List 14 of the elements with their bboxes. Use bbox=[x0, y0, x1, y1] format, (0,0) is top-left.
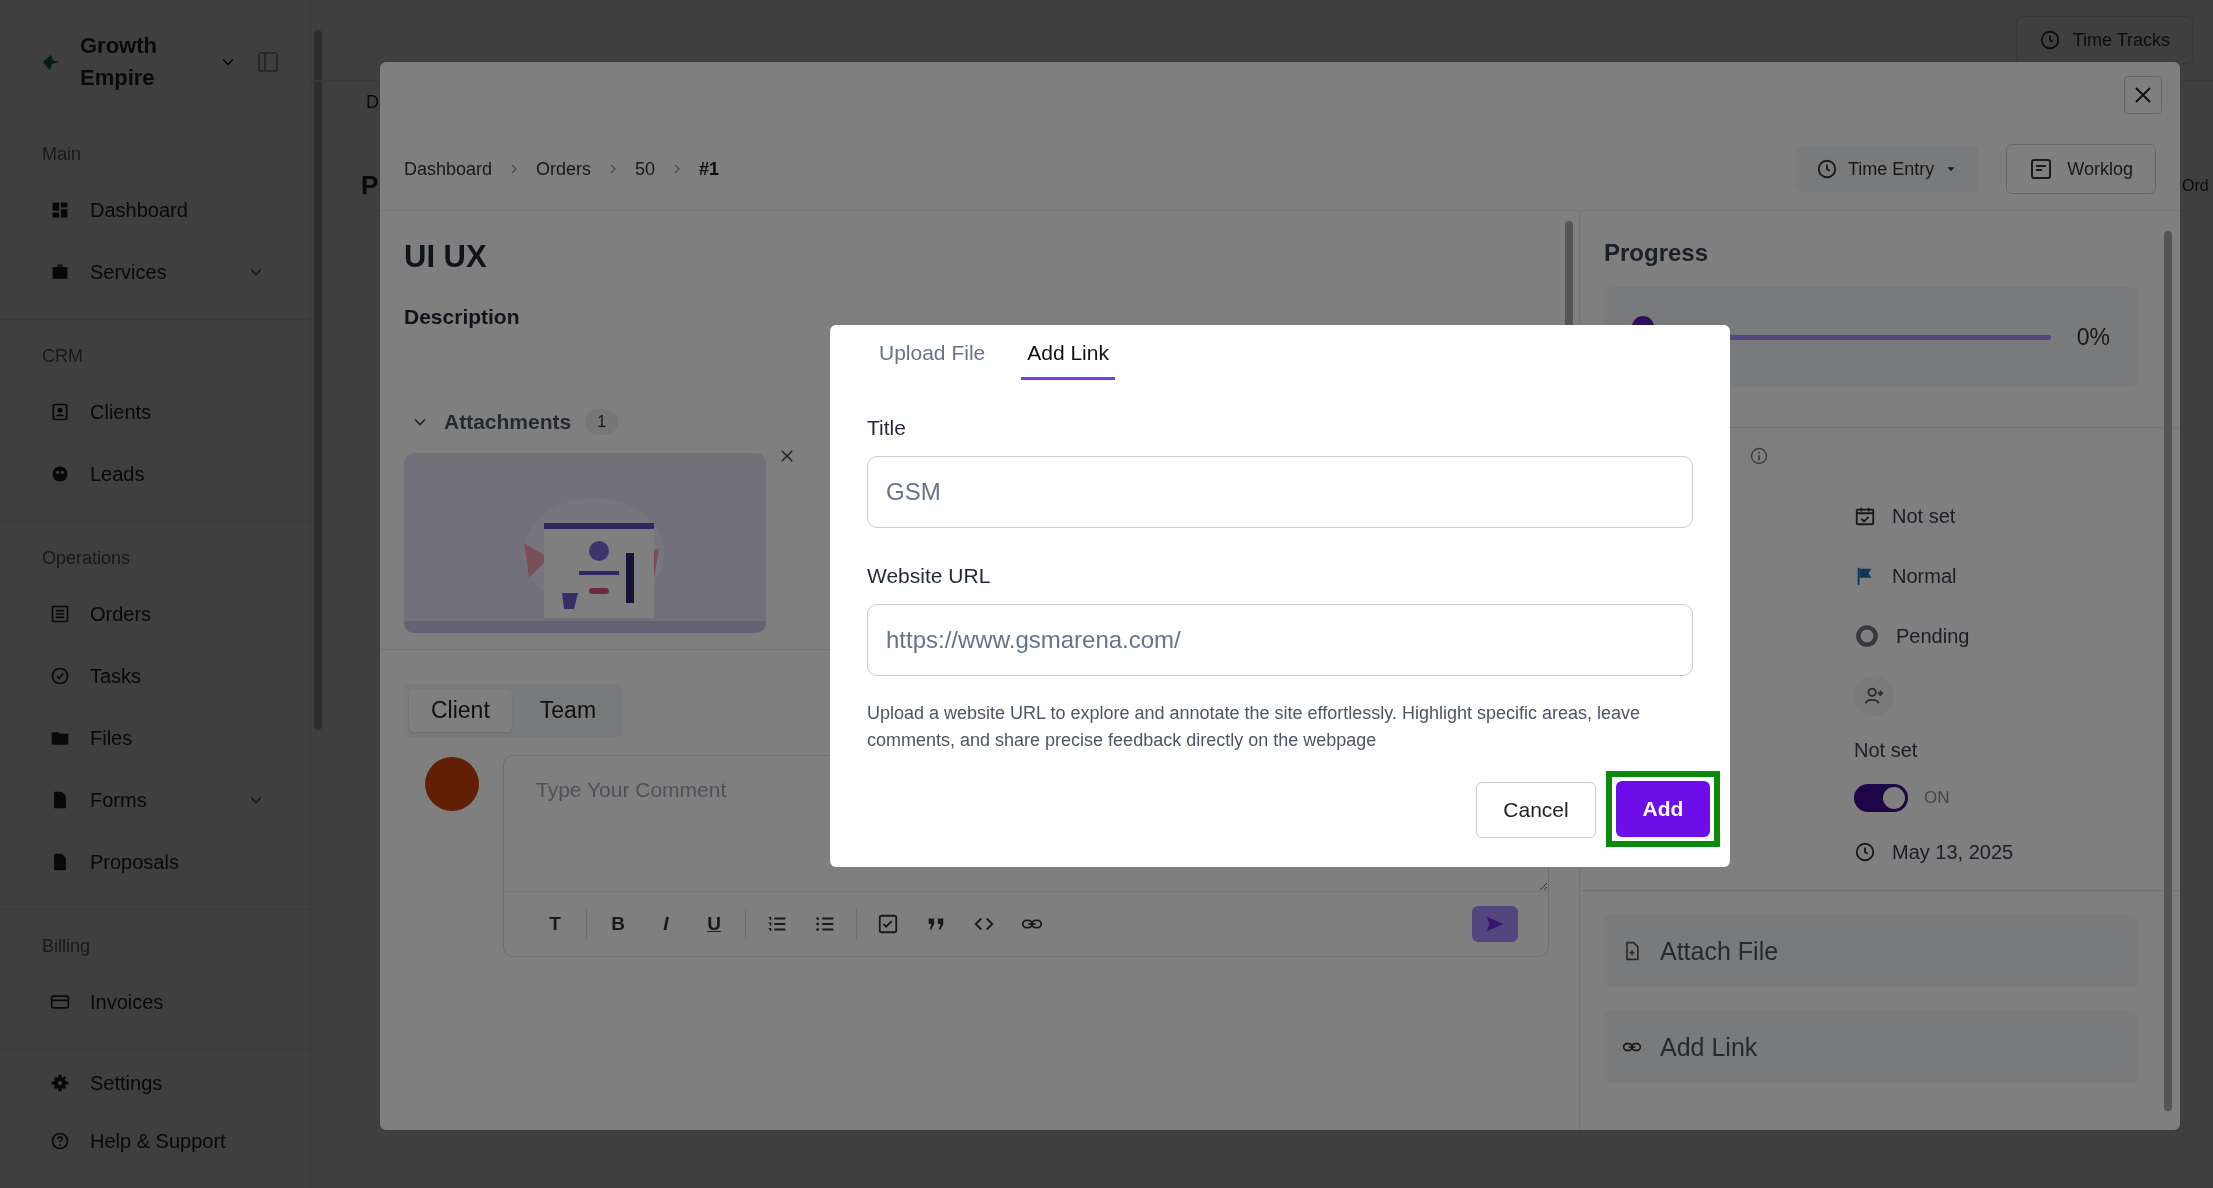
breadcrumb-text: D bbox=[366, 92, 379, 113]
help-text: Upload a website URL to explore and annotate the site effortlessly. Highlight specific areas, leave comments, and share precise feedback directly on the webpage bbox=[867, 702, 1642, 752]
detail-value: Not set bbox=[1854, 738, 1918, 762]
toggle-label: ON bbox=[1924, 788, 1950, 808]
section-heading: Description bbox=[404, 305, 521, 329]
task-title: UI UX bbox=[404, 239, 488, 275]
count-badge: 1 bbox=[585, 409, 619, 435]
page-heading: P bbox=[361, 170, 379, 201]
progress-value: 0% bbox=[2076, 323, 2110, 351]
tab-label: Ord bbox=[2182, 177, 2209, 195]
field-label: Website URL bbox=[867, 564, 992, 588]
date-value: May 13, 2025 bbox=[1892, 840, 2014, 864]
section-heading: Progress bbox=[1604, 239, 1710, 267]
field-label: Title bbox=[867, 416, 907, 440]
